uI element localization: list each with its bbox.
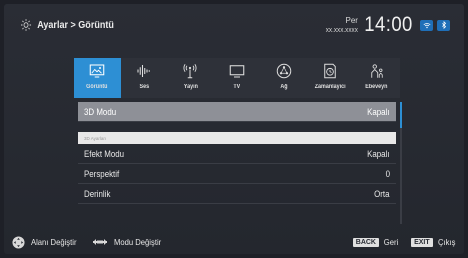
row-label: Derinlik <box>84 188 111 199</box>
hint-back: Geri <box>383 237 399 247</box>
tab-label: Görüntü <box>86 84 108 90</box>
day-label: Per <box>345 16 358 25</box>
sound-icon <box>137 65 150 77</box>
tab-sound[interactable]: Ses <box>121 58 168 98</box>
parental-icon <box>371 64 383 78</box>
tab-network[interactable]: Ağ <box>260 58 307 98</box>
footer-hints: Alanı Değiştir Modu Değiştir BACK Geri E… <box>4 230 464 254</box>
tab-parental[interactable]: Ebeveyn <box>353 58 400 98</box>
scrollbar-thumb[interactable] <box>400 102 402 128</box>
list-item-perspective[interactable]: Perspektif 0 <box>78 164 396 184</box>
row-value: Orta <box>374 188 390 199</box>
settings-list: 3D Modu Kapalı 3D Ayarları Efekt Modu Ka… <box>78 102 396 204</box>
back-key[interactable]: BACK <box>352 237 379 247</box>
list-item-effect-mode[interactable]: Efekt Modu Kapalı <box>78 144 396 164</box>
broadcast-icon <box>183 63 197 79</box>
row-value: 0 <box>385 168 390 179</box>
tab-tv[interactable]: TV <box>214 58 261 98</box>
breadcrumb-text: Ayarlar > Görüntü <box>37 19 114 31</box>
tab-label: Zamanlayıcı <box>314 84 346 90</box>
dpad-icon <box>12 235 25 249</box>
picture-icon <box>90 64 105 78</box>
network-icon <box>276 63 291 79</box>
row-value: Kapalı <box>367 106 390 117</box>
tab-label: TV <box>233 84 241 90</box>
tab-label: Ağ <box>279 84 288 90</box>
row-label: Perspektif <box>84 168 120 179</box>
scrollbar[interactable] <box>400 102 402 224</box>
date-label: xx.xxx.xxxx <box>325 25 358 34</box>
list-item-depth[interactable]: Derinlik Orta <box>78 184 396 204</box>
hint-change-mode: Modu Değiştir <box>113 237 161 247</box>
row-value: Kapalı <box>367 148 390 159</box>
tab-broadcast[interactable]: Yayın <box>167 58 214 98</box>
left-right-arrows-icon <box>92 239 107 245</box>
row-label: Efekt Modu <box>84 148 125 159</box>
tv-menu-frame: Ayarlar > Görüntü Per xx.xxx.xxxx 14:00 … <box>4 4 464 254</box>
row-label: 3D Modu <box>84 106 117 117</box>
hint-change-area: Alanı Değiştir <box>31 237 77 247</box>
tv-icon <box>229 65 245 78</box>
breadcrumb: Ayarlar > Görüntü <box>20 15 114 35</box>
category-tabs: Görüntü Ses Yayın TV Ağ Zamanlayıcı Ebev… <box>74 58 400 98</box>
section-header: 3D Ayarları <box>78 132 396 144</box>
tab-label: Yayın <box>183 84 198 90</box>
gear-icon <box>21 19 32 31</box>
wifi-icon <box>420 19 433 31</box>
timer-icon <box>324 63 336 79</box>
list-item-3d-mode[interactable]: 3D Modu Kapalı <box>78 102 396 122</box>
exit-key[interactable]: EXIT <box>411 237 433 247</box>
hint-exit: Çıkış <box>437 237 456 247</box>
clock-time: 14:00 <box>364 13 413 36</box>
tab-timer[interactable]: Zamanlayıcı <box>307 58 354 98</box>
clock-area: Per xx.xxx.xxxx 14:00 <box>320 13 450 37</box>
bluetooth-icon <box>437 19 450 31</box>
tab-label: Ses <box>139 84 149 90</box>
tab-picture[interactable]: Görüntü <box>74 58 121 98</box>
tab-label: Ebeveyn <box>365 84 388 90</box>
